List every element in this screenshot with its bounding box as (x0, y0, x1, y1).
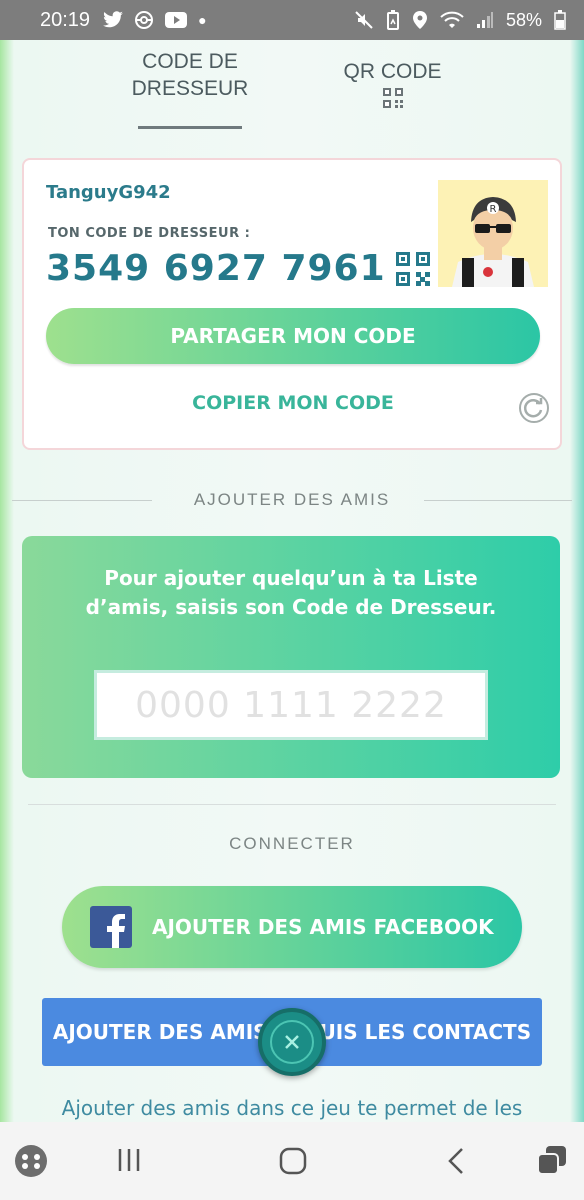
back-icon[interactable] (444, 1146, 468, 1176)
status-bar: 20:19 ● 58% (0, 0, 584, 40)
signal-icon (476, 12, 493, 28)
qr-code-icon (382, 88, 403, 108)
dot-icon: ● (198, 12, 207, 28)
add-facebook-friends-button[interactable]: AJOUTER DES AMIS FACEBOOK (62, 886, 522, 968)
section-divider (28, 804, 556, 805)
trainer-card: TanguyG942 TON CODE DE DRESSEUR : 3549 6… (22, 158, 562, 450)
connect-title: CONNECTER (229, 834, 355, 853)
battery-icon (554, 10, 566, 30)
add-friend-panel: Pour ajouter quelqu’un à ta Liste d’amis… (22, 536, 560, 778)
add-friends-divider: AJOUTER DES AMIS (12, 490, 572, 510)
contacts-button-label-end: UIS LES CONTACTS (319, 1020, 532, 1044)
close-button-ring (270, 1020, 314, 1064)
system-icons: 58% (354, 10, 566, 31)
game-launcher-icon[interactable] (14, 1144, 48, 1178)
tab-bar: CODE DE DRESSEUR QR CODE (0, 40, 584, 130)
wifi-icon (440, 11, 464, 28)
mute-icon (355, 11, 373, 29)
svg-text:R: R (490, 204, 497, 215)
tab-qr-code-label: QR CODE (343, 60, 442, 83)
battery-percent: 58% (505, 9, 542, 30)
trainer-name: TanguyG942 (46, 182, 171, 203)
refresh-icon[interactable] (518, 392, 550, 424)
youtube-icon (165, 12, 188, 28)
facebook-icon (90, 906, 132, 948)
qr-code-icon[interactable] (396, 252, 430, 286)
friend-screen: CODE DE DRESSEUR QR CODE TanguyG942 TON … (0, 40, 584, 1122)
close-button[interactable] (258, 1008, 326, 1076)
twitter-icon (103, 11, 123, 28)
clock: 20:19 (40, 8, 91, 31)
contacts-button-label-start: AJOUTER DES AMIS (52, 1020, 268, 1044)
info-text: Ajouter des amis dans ce jeu te permet d… (61, 1096, 523, 1120)
trainer-code-label: TON CODE DE DRESSEUR : (48, 226, 251, 241)
location-icon (412, 11, 427, 29)
multi-window-icon[interactable] (536, 1144, 568, 1176)
battery-saver-icon (386, 10, 399, 30)
tab-trainer-code-line1: CODE DE (142, 50, 238, 73)
notification-icons: ● (102, 10, 207, 30)
friend-code-input[interactable] (94, 670, 488, 740)
trainer-avatar[interactable]: R (438, 180, 548, 287)
add-friends-title: AJOUTER DES AMIS (193, 490, 391, 509)
tab-trainer-code[interactable]: CODE DE DRESSEUR (120, 48, 260, 129)
connect-divider: CONNECTER (12, 834, 572, 854)
tab-qr-code[interactable]: QR CODE (330, 60, 455, 108)
pokeball-icon (135, 11, 154, 29)
active-tab-underline (138, 126, 242, 129)
home-icon[interactable] (278, 1146, 308, 1176)
add-friend-instructions: Pour ajouter quelqu’un à ta Liste d’amis… (85, 566, 497, 619)
system-nav-bar (0, 1122, 584, 1200)
share-code-button[interactable]: PARTAGER MON CODE (46, 308, 540, 364)
tab-trainer-code-line2: DRESSEUR (131, 77, 249, 100)
trainer-code-value: 3549 6927 7961 (46, 248, 386, 289)
recent-apps-icon[interactable] (116, 1146, 142, 1174)
facebook-button-label: AJOUTER DES AMIS FACEBOOK (152, 915, 494, 939)
close-icon (285, 1035, 299, 1049)
copy-code-button[interactable]: COPIER MON CODE (46, 392, 540, 414)
